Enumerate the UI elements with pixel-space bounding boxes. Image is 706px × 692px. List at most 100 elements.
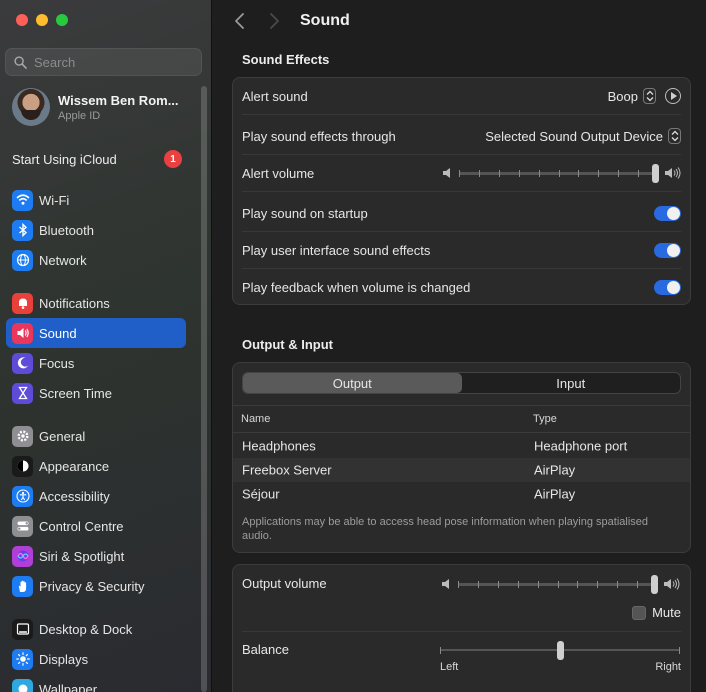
volume-feedback-label: Play feedback when volume is changed	[242, 280, 471, 295]
speaker-high-icon	[665, 167, 681, 179]
slider-knob[interactable]	[652, 163, 659, 183]
table-row[interactable]: Headphones Headphone port	[233, 434, 690, 458]
output-input-heading: Output & Input	[242, 337, 333, 352]
slider-tick	[498, 169, 500, 177]
siri-icon	[12, 545, 33, 567]
sidebar-item-notifications[interactable]: Notifications	[6, 288, 186, 318]
balance-left-label: Left	[440, 661, 459, 673]
icloud-label: Start Using iCloud	[12, 151, 117, 167]
device-name: Headphones	[242, 438, 316, 454]
device-table-header: Name Type	[233, 405, 690, 433]
control-centre-icon	[12, 515, 33, 537]
balance-slider[interactable]	[440, 641, 680, 660]
slider-tick	[557, 580, 559, 588]
sidebar-item-label: Network	[39, 252, 87, 268]
avatar	[12, 88, 50, 126]
column-header-name[interactable]: Name	[241, 413, 270, 425]
slider-tick	[459, 169, 460, 177]
sidebar-item-wallpaper[interactable]: Wallpaper	[6, 674, 186, 692]
output-input-card: Output Input Name Type Headphones Headph…	[232, 362, 691, 553]
table-row[interactable]: Freebox Server AirPlay	[233, 458, 690, 482]
startup-sound-toggle[interactable]	[654, 205, 681, 221]
gear-icon	[12, 425, 33, 447]
slider-tick	[538, 169, 540, 177]
sidebar-item-label: Bluetooth	[39, 222, 94, 238]
head-pose-note: Applications may be able to access head …	[242, 516, 649, 542]
start-icloud-item[interactable]: Start Using iCloud 1	[12, 149, 182, 169]
alert-sound-stepper-icon[interactable]	[643, 88, 656, 104]
sidebar-item-label: Desktop & Dock	[39, 621, 133, 637]
slider-tick	[597, 580, 599, 588]
play-preview-icon[interactable]	[665, 88, 681, 104]
search-input[interactable]	[34, 54, 184, 70]
sidebar: Wissem Ben Rom... Apple ID Start Using i…	[0, 0, 212, 692]
sidebar-item-general[interactable]: General	[6, 421, 186, 451]
alert-sound-popup[interactable]: Boop	[608, 89, 638, 104]
slider-tick	[558, 169, 560, 177]
sidebar-item-label: Appearance	[39, 458, 110, 474]
sidebar-item-siri-spotlight[interactable]: Siri & Spotlight	[6, 541, 186, 571]
tab-input[interactable]: Input	[462, 373, 681, 393]
device-name: Séjour	[242, 486, 280, 502]
slider-tick	[537, 580, 539, 588]
sidebar-item-wi-fi[interactable]: Wi-Fi	[6, 185, 186, 215]
dock-icon	[12, 618, 33, 640]
slider-tick	[618, 169, 620, 177]
sidebar-item-screen-time[interactable]: Screen Time	[6, 378, 186, 408]
alert-volume-slider[interactable]	[459, 163, 659, 183]
sidebar-item-label: Focus	[39, 355, 75, 371]
speaker-low-icon	[442, 579, 449, 589]
alert-volume-label: Alert volume	[242, 165, 315, 181]
close-window-button[interactable]	[16, 14, 28, 26]
device-name: Freebox Server	[242, 462, 332, 478]
alert-volume-row: Alert volume	[242, 155, 681, 192]
apple-id-profile[interactable]: Wissem Ben Rom... Apple ID	[12, 88, 179, 126]
slider-tick	[518, 169, 520, 177]
output-volume-label: Output volume	[242, 576, 327, 591]
slider-tick	[497, 580, 499, 588]
sidebar-item-label: Accessibility	[39, 488, 110, 504]
slider-tick	[477, 580, 479, 588]
tab-output[interactable]: Output	[243, 373, 462, 393]
slider-tick	[617, 580, 619, 588]
minimize-window-button[interactable]	[36, 14, 48, 26]
sidebar-scrollbar[interactable]	[201, 86, 207, 692]
slider-knob[interactable]	[556, 641, 564, 660]
sidebar-item-appearance[interactable]: Appearance	[6, 451, 186, 481]
sidebar-item-label: Sound	[39, 325, 77, 341]
sidebar-item-accessibility[interactable]: Accessibility	[6, 481, 186, 511]
sidebar-item-sound[interactable]: Sound	[6, 318, 186, 348]
volume-feedback-toggle[interactable]	[654, 280, 681, 295]
sidebar-item-focus[interactable]: Focus	[6, 348, 186, 378]
sidebar-item-network[interactable]: Network	[6, 245, 186, 275]
main-pane: Sound Sound Effects Alert sound Boop Pla…	[212, 0, 706, 692]
back-chevron-icon[interactable]	[232, 12, 248, 30]
speaker-icon	[12, 322, 33, 344]
column-header-type[interactable]: Type	[533, 413, 557, 425]
hourglass-icon	[12, 382, 33, 404]
sidebar-item-control-centre[interactable]: Control Centre	[6, 511, 186, 541]
traffic-lights	[16, 14, 68, 26]
notification-badge: 1	[164, 150, 182, 168]
table-row[interactable]: Séjour AirPlay	[233, 482, 690, 506]
sidebar-item-desktop-dock[interactable]: Desktop & Dock	[6, 614, 186, 644]
device-type: Headphone port	[534, 438, 628, 454]
ui-sounds-toggle[interactable]	[654, 242, 681, 258]
accessibility-icon	[12, 485, 33, 507]
play-through-row: Play sound effects through Selected Soun…	[242, 118, 681, 155]
zoom-window-button[interactable]	[56, 14, 68, 26]
output-volume-slider[interactable]	[458, 574, 658, 594]
sidebar-item-displays[interactable]: Displays	[6, 644, 186, 674]
speaker-high-icon	[664, 578, 680, 590]
device-type: AirPlay	[534, 486, 576, 502]
play-through-stepper-icon[interactable]	[668, 128, 681, 144]
sidebar-item-privacy-security[interactable]: Privacy & Security	[6, 571, 186, 601]
slider-tick	[638, 169, 640, 177]
sidebar-item-bluetooth[interactable]: Bluetooth	[6, 215, 186, 245]
play-through-popup[interactable]: Selected Sound Output Device	[485, 129, 663, 144]
mute-checkbox[interactable]	[632, 605, 647, 620]
slider-knob[interactable]	[651, 574, 658, 594]
forward-chevron-icon[interactable]	[266, 12, 282, 30]
slider-tick	[577, 580, 579, 588]
search-field[interactable]	[5, 48, 202, 76]
